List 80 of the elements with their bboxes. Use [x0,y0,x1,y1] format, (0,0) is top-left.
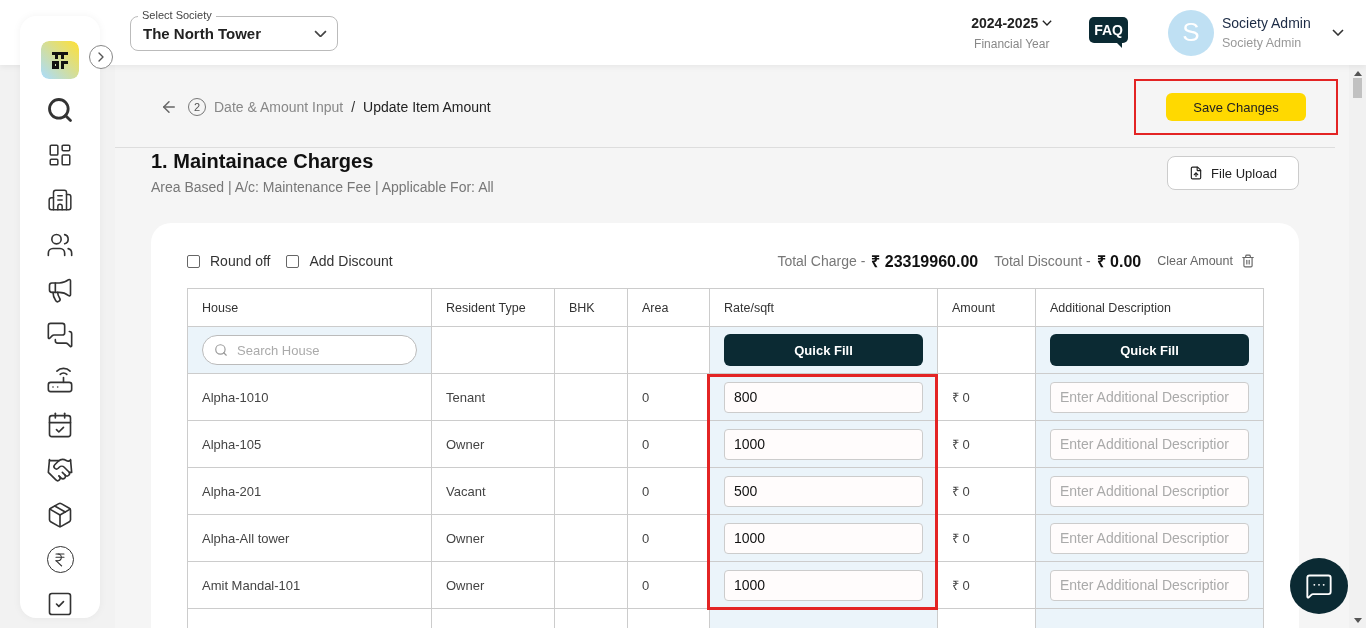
table-cell: 0 [627,514,710,562]
column-header: House [187,288,432,327]
option-checkbox[interactable]: Add Discount [286,253,393,269]
description-input[interactable]: Enter Additional Descriptior [1050,428,1249,460]
back-button[interactable] [160,98,178,116]
table-cell: Vacant [431,467,555,515]
description-input[interactable]: Enter Additional Descriptior [1050,475,1249,507]
rate-input[interactable]: 800 [724,381,923,413]
quick-fill-button[interactable]: Quick Fill [1050,334,1249,366]
dashboard-icon[interactable] [46,141,74,169]
chevron-down-icon [1042,19,1053,26]
quick-fill-button[interactable]: Quick Fill [724,334,923,366]
table-cell: Alpha-1010 [187,373,432,421]
column-header: Amount [937,288,1036,327]
building-icon[interactable] [46,186,74,214]
column-header: BHK [554,288,628,327]
people-icon[interactable] [46,231,74,259]
user-role: Society Admin [1222,36,1303,50]
society-select-label: Select Society [138,9,216,21]
option-checkbox[interactable]: Round off [187,253,271,269]
table-cell: Owner [431,420,555,468]
search-icon[interactable] [46,96,74,124]
handshake-icon[interactable] [46,456,74,484]
table-cell: Alpha-All tower [187,514,432,562]
chevron-down-icon [314,29,327,38]
search-icon [214,343,228,357]
search-house-field[interactable]: Search House [202,335,417,365]
rate-input[interactable]: 1000 [724,428,923,460]
table-cell: ₹ 0 [937,561,1036,609]
table-cell: Alpha-105 [187,420,432,468]
society-select-value: The North Tower [143,25,262,42]
description-input[interactable]: Enter Additional Descriptior [1050,381,1249,413]
file-upload-icon [1189,166,1204,180]
table-cell: ₹ 0 [937,373,1036,421]
financial-year-select[interactable]: 2024-2025 [971,14,1053,31]
rate-input[interactable]: 1000 [724,569,923,601]
table-cell: 0 [627,373,710,421]
table-cell: ₹ 0 [937,467,1036,515]
total-discount-value: ₹ 0.00 [1096,252,1142,272]
chat-icon [1305,572,1333,600]
description-input[interactable]: Enter Additional Descriptior [1050,569,1249,601]
clear-amount-button[interactable]: Clear Amount [1157,254,1255,268]
chevron-down-icon[interactable] [1332,28,1344,37]
file-upload-button[interactable]: File Upload [1167,156,1299,190]
column-header: Area [627,288,710,327]
section-subtitle: Area Based | A/c: Maintenance Fee | Applicable For: All [151,179,494,195]
table-cell: Amit Mandal-101 [187,561,432,609]
table-cell: Owner [431,561,555,609]
table-cell: 0 [627,467,710,515]
box-icon[interactable] [46,501,74,529]
column-header: Rate/sqft [709,288,938,327]
router-icon[interactable] [46,366,74,394]
column-header: Additional Description [1035,288,1264,327]
total-charge-value: ₹ 23319960.00 [871,252,979,272]
table-cell: 0 [627,420,710,468]
table-cell: Owner [431,514,555,562]
section-title: 1. Maintainace Charges [151,150,375,173]
user-avatar: S [1168,9,1214,56]
calendar-icon[interactable] [46,411,74,439]
total-charge-label: Total Charge - [777,253,866,269]
table-cell: ₹ 0 [937,420,1036,468]
app-logo[interactable] [41,41,79,79]
table-cell: Tenant [431,373,555,421]
megaphone-icon[interactable] [46,276,74,304]
total-discount-label: Total Discount - [994,253,1091,269]
breadcrumb-current: Update Item Amount [363,99,491,115]
financial-year-label: Financial Year [974,36,1050,51]
rate-input[interactable]: 500 [724,475,923,507]
user-name: Society Admin [1222,15,1312,31]
checkbox-icon[interactable] [46,590,74,618]
trash-icon [1241,254,1255,268]
chat-icon[interactable] [46,321,74,349]
description-input[interactable]: Enter Additional Descriptior [1050,522,1249,554]
rate-input[interactable]: 1000 [724,522,923,554]
table-cell: Alpha-201 [187,467,432,515]
table-cell: ₹ 0 [937,514,1036,562]
save-changes-button[interactable]: Save Changes [1166,93,1306,121]
table-cell: 0 [627,561,710,609]
breadcrumb-separator: / [351,99,356,115]
column-header: Resident Type [431,288,555,327]
